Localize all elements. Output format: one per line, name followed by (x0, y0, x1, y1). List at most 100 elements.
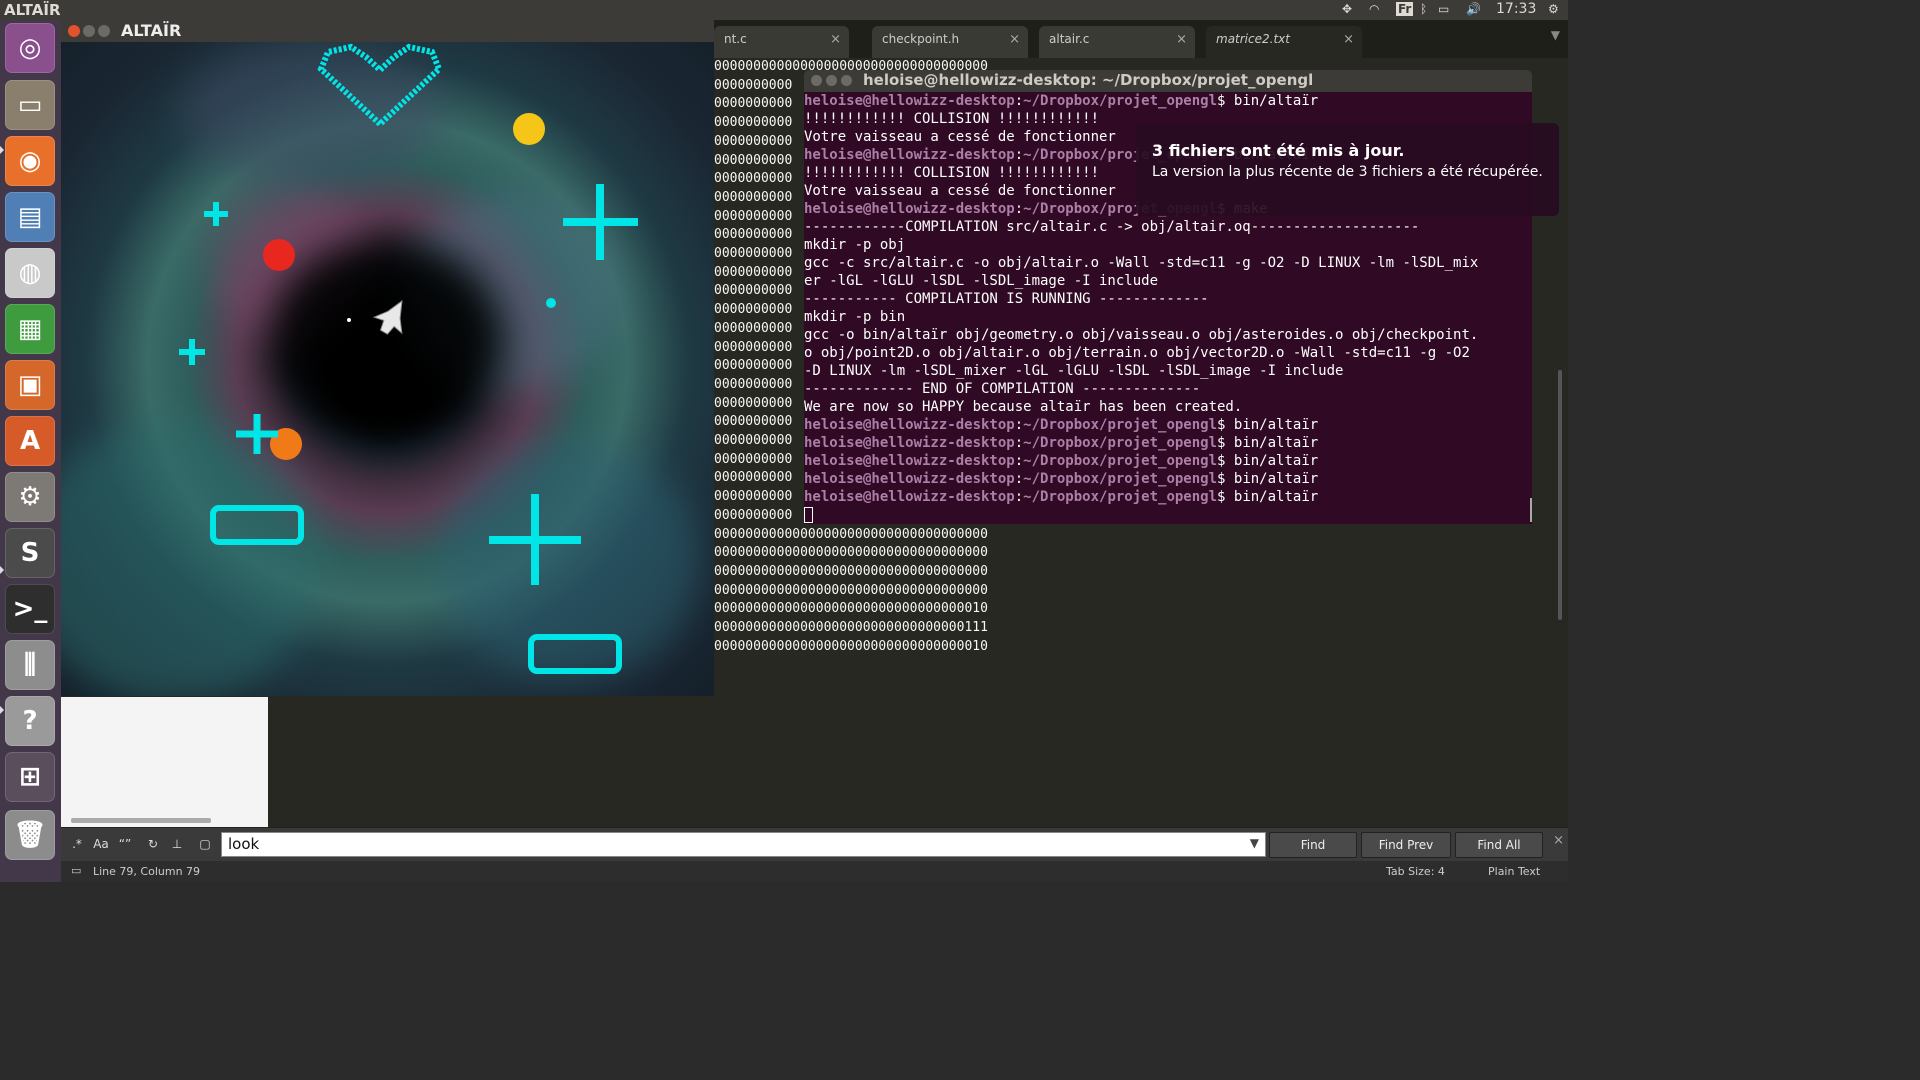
editor-line: 00000000000000000000000000000000111 (714, 620, 988, 636)
launcher-software-center-icon[interactable]: A (5, 416, 55, 466)
active-app-name: ALTAÏR (4, 1, 61, 19)
maximize-icon[interactable] (841, 75, 852, 86)
tab-overflow-icon[interactable]: ▼ (1551, 28, 1560, 42)
regex-toggle-icon[interactable]: .* (66, 833, 88, 855)
terminal-line: o obj/point2D.o obj/altair.o obj/terrain… (804, 345, 1470, 361)
cursor-position: Line 79, Column 79 (93, 865, 201, 878)
launcher-dash-icon[interactable]: ◎ (5, 23, 55, 73)
dropbox-icon[interactable]: ✥ (1342, 2, 1352, 16)
panel-toggle-icon[interactable]: ▭ (71, 864, 81, 877)
case-toggle-icon[interactable]: Aa (90, 833, 112, 855)
close-icon[interactable] (68, 25, 80, 37)
cyan-plus-large-1 (563, 184, 638, 260)
prompt-user: heloise@hellowizz-desktop (804, 471, 1015, 487)
prompt-path: ~/Dropbox/projet_opengl (1023, 453, 1218, 469)
notification-heading: 3 fichiers ont été mis à jour. (1152, 141, 1405, 160)
editor-scrollbar[interactable] (1558, 370, 1562, 620)
launcher-firefox-icon[interactable]: ◉ (5, 136, 55, 186)
launcher-sublime-text-icon[interactable]: S (5, 528, 55, 578)
command: bin/altaïr (1225, 435, 1319, 451)
close-icon[interactable]: × (1176, 32, 1187, 47)
launcher-system-settings-icon[interactable]: ⚙ (5, 472, 55, 522)
tab-altair-c[interactable]: altair.c × (1039, 26, 1195, 58)
find-all-button[interactable]: Find All (1455, 832, 1543, 858)
terminal-line: -D LINUX -lm -lSDL_mixer -lGL -lGLU -lSD… (804, 363, 1344, 379)
minimize-icon[interactable] (826, 75, 837, 86)
keyboard-layout-indicator[interactable]: Fr (1396, 2, 1414, 16)
close-icon[interactable]: × (1343, 32, 1354, 47)
tab-checkpoint-h[interactable]: checkpoint.h × (872, 26, 1028, 58)
minimize-icon[interactable] (83, 25, 95, 37)
game-canvas[interactable] (61, 42, 714, 696)
prompt-user: heloise@hellowizz-desktop (804, 453, 1015, 469)
sidebar-panel (61, 697, 268, 829)
battery-icon[interactable]: ▭ (1438, 2, 1449, 16)
launcher-presentation-icon[interactable]: ▣ (5, 360, 55, 410)
close-icon[interactable] (811, 75, 822, 86)
close-icon[interactable]: × (1009, 32, 1020, 47)
window-title: ALTAÏR (121, 21, 182, 40)
command: bin/altaïr (1225, 453, 1319, 469)
clock[interactable]: 17:33 (1496, 1, 1536, 17)
tab-nt-c[interactable]: nt.c × (714, 26, 849, 58)
launcher-document-viewer-icon[interactable]: ▤ (5, 192, 55, 242)
wifi-icon[interactable]: ◠ (1369, 2, 1379, 16)
prompt-user: heloise@hellowizz-desktop (804, 489, 1015, 505)
highlight-toggle-icon[interactable]: ▢ (194, 833, 216, 855)
terminal-line (804, 506, 1532, 524)
editor-line: 00000000000000000000000000000000000 (714, 582, 988, 598)
game-window: ALTAÏR (61, 20, 714, 696)
editor-line: 00000000000000000000000000000000010 (714, 601, 988, 617)
terminal-cursor (804, 507, 813, 523)
prompt-user: heloise@hellowizz-desktop (804, 201, 1015, 217)
editor-line: 00000000000000000000000000000000000 (714, 563, 988, 579)
sidebar-scrollbar[interactable] (71, 818, 211, 823)
chevron-down-icon[interactable]: ▼ (1250, 836, 1259, 850)
tab-size[interactable]: Tab Size: 4 (1386, 865, 1445, 878)
spaceship (372, 299, 403, 335)
terminal-line: We are now so HAPPY because altaïr has b… (804, 399, 1243, 415)
prompt-path: ~/Dropbox/projet_opengl (1023, 417, 1218, 433)
launcher-terminal-icon[interactable]: >_ (5, 584, 55, 634)
cyan-plus-large-2 (489, 494, 581, 585)
command: bin/altaïr (1225, 93, 1319, 109)
maximize-icon[interactable] (98, 25, 110, 37)
cyan-minus-2 (528, 634, 622, 674)
prompt-user: heloise@hellowizz-desktop (804, 147, 1015, 163)
launcher-chrome-icon[interactable]: ◍ (5, 248, 55, 298)
close-icon[interactable]: × (1553, 833, 1564, 848)
launcher-files-icon[interactable]: ▭ (5, 80, 55, 130)
in-selection-toggle-icon[interactable]: ⊥ (166, 833, 188, 855)
find-button[interactable]: Find (1269, 832, 1357, 858)
tab-matrice2-txt[interactable]: matrice2.txt × (1206, 26, 1362, 58)
prompt-path: ~/Dropbox/projet_opengl (1023, 435, 1218, 451)
terminal-line: mkdir -p obj (804, 237, 906, 253)
terminal-line: gcc -o bin/altaïr obj/geometry.o obj/vai… (804, 327, 1479, 343)
find-input[interactable]: look ▼ (221, 832, 1266, 857)
terminal-scrollbar[interactable] (1530, 498, 1532, 522)
whole-word-toggle-icon[interactable]: “” (114, 833, 136, 855)
find-prev-button[interactable]: Find Prev (1361, 832, 1451, 858)
terminal-line: heloise@hellowizz-desktop:~/Dropbox/proj… (804, 489, 1319, 505)
editor-line: 00000000000000000000000000000000000 (714, 545, 988, 561)
launcher-workspaces-icon[interactable]: ⊞ (5, 752, 55, 802)
terminal-line: heloise@hellowizz-desktop:~/Dropbox/proj… (804, 471, 1319, 487)
wrap-toggle-icon[interactable]: ↻ (142, 833, 164, 855)
tab-label: checkpoint.h (882, 32, 960, 46)
terminal-line: gcc -c src/altair.c -o obj/altair.o -Wal… (804, 255, 1479, 271)
syntax-mode[interactable]: Plain Text (1488, 865, 1540, 878)
launcher-trash-icon[interactable]: 🗑 (5, 810, 55, 860)
launcher-help-icon[interactable]: ? (5, 696, 55, 746)
launcher-spreadsheet-icon[interactable]: ▦ (5, 304, 55, 354)
cyan-plus-small-2 (179, 339, 205, 365)
notification-body: La version la plus récente de 3 fichiers… (1152, 164, 1543, 180)
terminal-line: heloise@hellowizz-desktop:~/Dropbox/proj… (804, 453, 1319, 469)
volume-icon[interactable]: 🔊 (1466, 2, 1481, 16)
launcher-mixer-icon[interactable]: ⫼ (5, 640, 55, 690)
bluetooth-icon[interactable]: ᛒ (1420, 2, 1427, 16)
tab-label: matrice2.txt (1216, 32, 1290, 46)
terminal-line: mkdir -p bin (804, 309, 906, 325)
gear-icon[interactable]: ⚙ (1548, 2, 1559, 16)
prompt-user: heloise@hellowizz-desktop (804, 435, 1015, 451)
close-icon[interactable]: × (830, 32, 841, 47)
